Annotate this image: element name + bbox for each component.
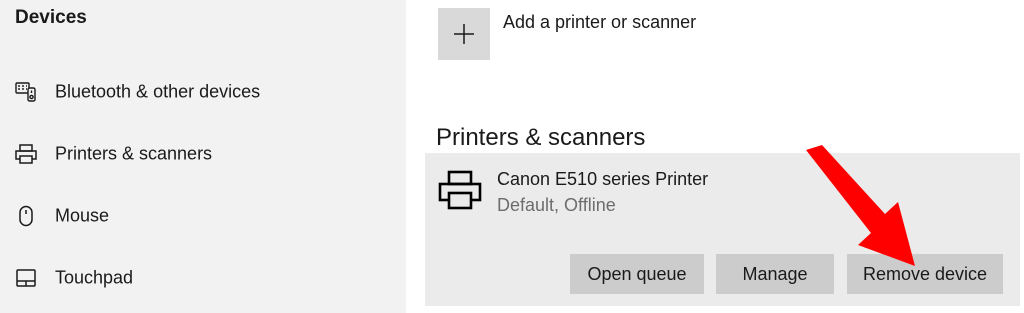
- printer-icon: [13, 141, 39, 167]
- section-title: Printers & scanners: [436, 124, 646, 151]
- plus-icon: [454, 24, 474, 44]
- device-status: Default, Offline: [497, 195, 616, 215]
- printer-list-item[interactable]: Canon E510 series Printer Default, Offli…: [425, 153, 1020, 306]
- printer-icon: [438, 169, 482, 213]
- remove-device-button[interactable]: Remove device: [847, 254, 1003, 294]
- mouse-icon: [13, 203, 39, 229]
- sidebar-item-bluetooth[interactable]: Bluetooth & other devices: [0, 69, 406, 115]
- sidebar-item-label: Bluetooth & other devices: [55, 81, 261, 102]
- sidebar-item-label: Mouse: [55, 205, 110, 226]
- add-printer-button[interactable]: [438, 8, 490, 60]
- manage-button[interactable]: Manage: [716, 254, 834, 294]
- sidebar-item-label: Printers & scanners: [55, 143, 213, 164]
- open-queue-button[interactable]: Open queue: [570, 254, 704, 294]
- sidebar-item-printers[interactable]: Printers & scanners: [0, 131, 406, 177]
- settings-window: Devices Bluetooth & other devices Printe…: [0, 0, 1024, 313]
- sidebar-title: Devices: [15, 7, 87, 28]
- main-content: Add a printer or scanner Printers & scan…: [406, 0, 1024, 313]
- device-name: Canon E510 series Printer: [497, 169, 709, 189]
- bluetooth-devices-icon: [13, 79, 39, 105]
- sidebar: Devices Bluetooth & other devices Printe…: [0, 0, 406, 313]
- sidebar-item-mouse[interactable]: Mouse: [0, 193, 406, 239]
- add-printer-label[interactable]: Add a printer or scanner: [503, 12, 696, 33]
- touchpad-icon: [13, 265, 39, 291]
- sidebar-item-label: Touchpad: [55, 267, 134, 288]
- sidebar-item-touchpad[interactable]: Touchpad: [0, 255, 406, 301]
